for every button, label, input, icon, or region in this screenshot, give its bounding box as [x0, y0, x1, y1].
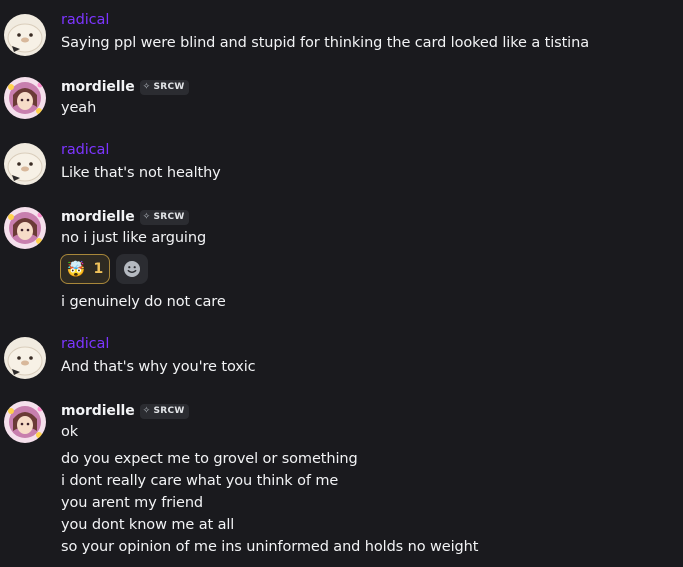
message-text: i dont really care what you think of me — [61, 473, 339, 489]
reaction-exploding-head[interactable]: 🤯 1 — [60, 254, 110, 284]
chat-log: radical Saying ppl were blind and stupid… — [0, 0, 683, 567]
server-tag-badge[interactable]: ✧ SRCW — [139, 209, 189, 225]
mordielle-avatar[interactable] — [4, 401, 46, 443]
username-radical[interactable]: radical — [61, 142, 109, 158]
exploding-head-icon: 🤯 — [66, 260, 86, 278]
message-text: And that's why you're toxic — [61, 359, 256, 375]
message-text: Saying ppl were blind and stupid for thi… — [61, 35, 589, 51]
message-text: you arent my friend — [61, 495, 204, 511]
mordielle-avatar[interactable] — [4, 77, 46, 119]
sparkle-diamond-icon: ✧ — [142, 406, 151, 416]
username-mordielle[interactable]: mordielle — [61, 79, 135, 95]
message-text: Like that's not healthy — [61, 165, 221, 181]
sparkle-diamond-icon: ✧ — [142, 82, 151, 92]
add-reaction-button[interactable] — [116, 254, 148, 284]
server-tag-label: SRCW — [153, 406, 185, 416]
radical-avatar[interactable] — [4, 14, 46, 56]
username-mordielle[interactable]: mordielle — [61, 209, 135, 225]
server-tag-badge[interactable]: ✧ SRCW — [139, 79, 189, 95]
reaction-bar: 🤯 1 — [60, 254, 148, 284]
message-text: i genuinely do not care — [61, 294, 226, 310]
message-text: so your opinion of me ins uninformed and… — [61, 539, 479, 555]
message-text: ok — [61, 424, 79, 440]
message-text: do you expect me to grovel or something — [61, 451, 358, 467]
username-radical[interactable]: radical — [61, 336, 109, 352]
smiley-icon — [124, 261, 140, 277]
server-tag-badge[interactable]: ✧ SRCW — [139, 403, 189, 419]
server-tag-label: SRCW — [153, 82, 185, 92]
reaction-count: 1 — [93, 261, 104, 277]
sparkle-diamond-icon: ✧ — [142, 212, 151, 222]
message-text: you dont know me at all — [61, 517, 235, 533]
radical-avatar[interactable] — [4, 143, 46, 185]
radical-avatar[interactable] — [4, 337, 46, 379]
mordielle-avatar[interactable] — [4, 207, 46, 249]
message-text: no i just like arguing — [61, 230, 207, 246]
username-mordielle[interactable]: mordielle — [61, 403, 135, 419]
message-text: yeah — [61, 100, 97, 116]
username-radical[interactable]: radical — [61, 12, 109, 28]
server-tag-label: SRCW — [153, 212, 185, 222]
